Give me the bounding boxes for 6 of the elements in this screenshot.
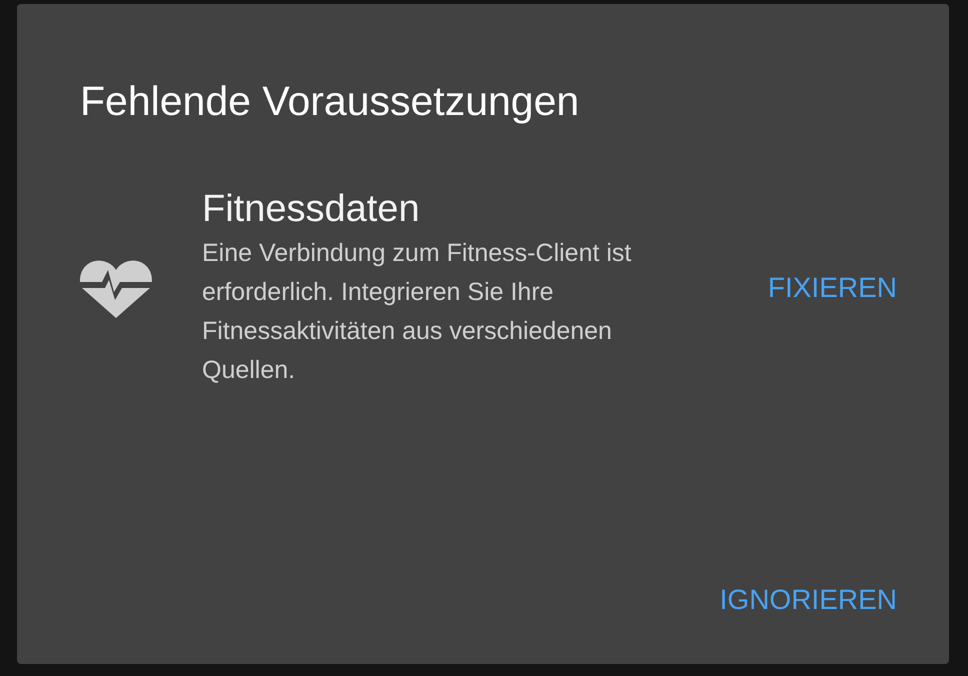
fix-button[interactable]: FIXIEREN xyxy=(764,264,901,312)
item-title: Fitnessdaten xyxy=(202,187,421,232)
item-description: Eine Verbindung zum Fitness-Client ist erforderlich. Integrieren Sie Ihre Fitnessaktivitäten aus verschiedenen Quellen. xyxy=(202,238,632,386)
dialog-title: Fehlende Voraussetzungen xyxy=(80,77,580,126)
heart-pulse-icon xyxy=(80,258,152,318)
ignore-button[interactable]: IGNORIEREN xyxy=(716,576,901,624)
